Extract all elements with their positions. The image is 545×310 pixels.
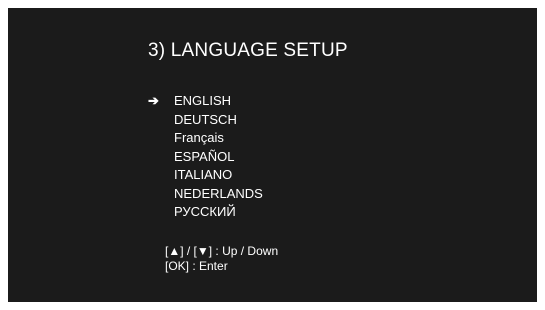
language-label: Français	[174, 130, 224, 145]
language-option-italiano[interactable]: ITALIANO	[148, 166, 263, 185]
help-enter: [OK] : Enter	[165, 259, 228, 273]
language-label: ENGLISH	[174, 93, 232, 108]
language-option-english[interactable]: ➔ ENGLISH	[148, 92, 263, 111]
page-title: 3) LANGUAGE SETUP	[148, 40, 348, 61]
key-help: [▲] / [▼] : Up / Down [OK] : Enter	[165, 244, 278, 274]
language-label: ITALIANO	[174, 167, 233, 182]
language-label: ESPAÑOL	[174, 148, 235, 164]
language-option-francais[interactable]: Français	[148, 129, 263, 148]
help-navigate: [▲] / [▼] : Up / Down	[165, 244, 279, 258]
language-option-deutsch[interactable]: DEUTSCH	[148, 111, 263, 130]
language-label: РУССКИЙ	[174, 204, 236, 219]
language-setup-screen: 3) LANGUAGE SETUP ➔ ENGLISH DEUTSCH Fran…	[8, 8, 537, 302]
language-label: NEDERLANDS	[174, 185, 263, 201]
language-label: DEUTSCH	[174, 111, 237, 127]
language-option-nederlands[interactable]: NEDERLANDS	[148, 185, 263, 204]
language-option-russian[interactable]: РУССКИЙ	[148, 203, 263, 222]
language-list: ➔ ENGLISH DEUTSCH Français ESPAÑOL ITALI…	[148, 92, 263, 222]
selection-arrow-icon: ➔	[148, 93, 159, 108]
language-option-espanol[interactable]: ESPAÑOL	[148, 148, 263, 167]
